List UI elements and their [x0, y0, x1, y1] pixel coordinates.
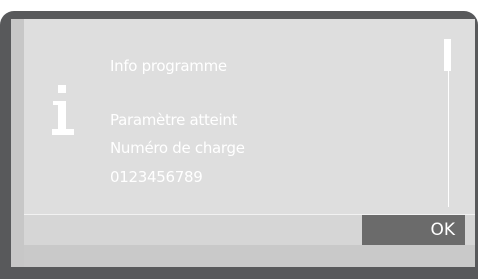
device-bezel: Info programme Paramètre atteint Numéro … — [0, 0, 478, 279]
scrollbar-thumb[interactable] — [444, 39, 451, 71]
status-line: Paramètre atteint — [110, 111, 238, 129]
bottom-band — [24, 245, 475, 267]
left-edge-strip — [11, 19, 24, 267]
ok-button[interactable]: OK — [362, 215, 465, 245]
charge-number-value: 0123456789 — [110, 168, 203, 186]
footer-empty-area — [24, 215, 362, 245]
info-icon — [52, 85, 76, 137]
message-panel: Info programme Paramètre atteint Numéro … — [24, 19, 475, 215]
charge-number-label: Numéro de charge — [110, 139, 245, 157]
display-screen: Info programme Paramètre atteint Numéro … — [11, 19, 475, 267]
dialog-title: Info programme — [110, 57, 227, 75]
